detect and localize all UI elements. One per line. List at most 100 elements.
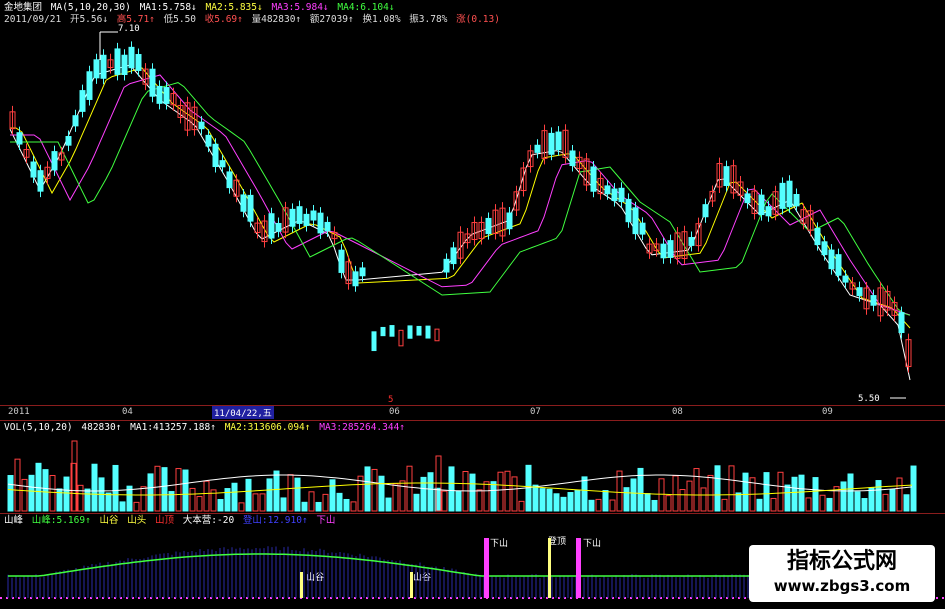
candle-body	[114, 48, 121, 75]
volume-bar	[154, 465, 161, 512]
candle-body	[352, 271, 359, 287]
candle-body	[86, 71, 93, 100]
candle-body	[247, 194, 254, 222]
candle-body	[205, 134, 212, 147]
volume-bar	[308, 491, 315, 512]
volume-bar	[259, 493, 266, 512]
candle-body	[317, 212, 324, 234]
volume-bar	[406, 465, 413, 512]
candle-body	[590, 166, 597, 192]
volume-bar	[133, 501, 140, 512]
time-label-04: 04	[122, 407, 133, 417]
candle-body	[37, 170, 44, 192]
candle-body	[443, 258, 450, 273]
volume-bar	[861, 498, 868, 512]
candle-body	[814, 227, 821, 246]
volume-bar	[469, 473, 476, 512]
volume-bar	[84, 488, 91, 512]
volume-bar	[203, 480, 210, 512]
volume-bar	[658, 478, 665, 512]
volume-bar	[560, 496, 567, 512]
volume-bar	[637, 467, 644, 512]
volume-bar	[413, 493, 420, 512]
candle-body	[289, 208, 296, 227]
volume-bar	[420, 476, 427, 512]
candle-body	[450, 247, 457, 265]
volume-bar	[329, 479, 336, 512]
volume-bar	[350, 501, 357, 512]
volume-bar	[840, 481, 847, 512]
candle-body	[389, 325, 395, 337]
volume-bar	[21, 478, 28, 512]
candle-body	[268, 213, 275, 239]
volume-bar	[763, 472, 770, 512]
volume-bar	[182, 469, 189, 512]
volume-bar	[63, 476, 70, 512]
volume-bar	[112, 464, 119, 512]
volume-bar	[609, 499, 616, 512]
time-axis: 2011 04 11/04/22,五 06 07 08 09 5	[0, 395, 945, 420]
candle-body	[828, 249, 835, 270]
volume-bar	[371, 468, 378, 512]
candle-body	[625, 198, 632, 223]
candle-body	[324, 221, 331, 232]
volume-bar	[315, 501, 322, 512]
volume-bar	[518, 500, 525, 512]
volume-bar	[798, 474, 805, 512]
candle-body	[149, 68, 156, 97]
candle-body	[856, 287, 863, 297]
candle-body	[156, 85, 163, 104]
volume-bar	[483, 481, 490, 512]
volume-bar	[847, 473, 854, 512]
volume-bar	[140, 486, 147, 512]
candle-body	[632, 207, 639, 235]
volume-bar	[777, 471, 784, 512]
volume-bar	[238, 502, 245, 512]
watermark-title: 指标公式网	[786, 549, 897, 574]
volume-bar	[511, 476, 518, 512]
candle-body	[765, 206, 772, 217]
volume-bar	[910, 465, 917, 512]
time-label-08: 08	[672, 407, 683, 417]
volume-bar	[784, 484, 791, 512]
volume-bar	[266, 478, 273, 512]
candle-body	[226, 171, 233, 189]
volume-bar	[399, 480, 406, 512]
volume-bar	[273, 470, 280, 512]
candle-body	[660, 243, 667, 259]
volume-bar	[392, 483, 399, 512]
candle-body	[65, 136, 72, 146]
time-label-06: 06	[389, 407, 400, 417]
candle-body	[485, 217, 492, 235]
candle-body	[79, 90, 86, 112]
volume-bar	[546, 488, 553, 512]
candle-body	[198, 121, 205, 130]
volume-bar	[455, 490, 462, 512]
volume-bar	[539, 488, 546, 512]
volume-bar	[882, 493, 889, 512]
volume-bar	[826, 497, 833, 512]
candle-body	[434, 328, 440, 342]
volume-bar	[686, 480, 693, 512]
volume-bar	[581, 476, 588, 512]
candle-body	[51, 151, 58, 171]
kline-pane[interactable]: 金地集团 MA(5,10,20,30) MA1:5.758↓ MA2:5.835…	[0, 0, 945, 405]
candle-body	[744, 193, 751, 204]
volume-bar	[532, 484, 539, 512]
volume-bar	[189, 487, 196, 512]
candle-body	[842, 275, 849, 283]
candle-body	[310, 210, 317, 221]
volume-pane[interactable]: VOL(5,10,20) 482830↑ MA1:413257.188↑ MA2…	[0, 421, 945, 513]
candle-body	[604, 185, 611, 195]
time-label-2011: 2011	[8, 407, 30, 417]
candle-body	[779, 182, 786, 209]
volume-bar	[672, 475, 679, 512]
volume-bar	[567, 492, 574, 512]
volume-bar	[378, 475, 385, 512]
volume-bar	[42, 469, 49, 512]
volume-bar	[280, 497, 287, 512]
volume-bar	[441, 490, 448, 512]
candle-body	[821, 241, 828, 256]
candle-body	[416, 325, 422, 336]
volume-bar	[588, 499, 595, 512]
